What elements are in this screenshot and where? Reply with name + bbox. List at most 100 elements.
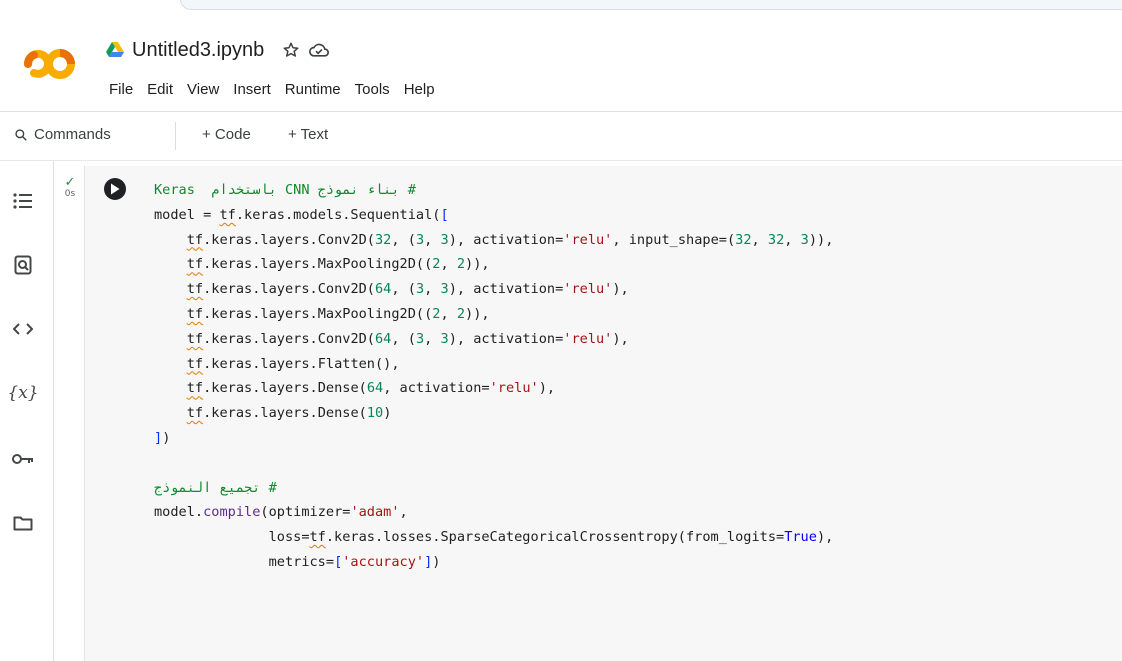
code-token: ) [432, 553, 441, 570]
colab-logo[interactable] [14, 40, 84, 88]
code-line: tf.keras.layers.MaxPooling2D((2, 2)), [154, 302, 833, 327]
code-token: , [440, 256, 457, 273]
table-of-contents-icon[interactable] [9, 187, 37, 215]
code-token: .keras.layers.Dense( [203, 380, 367, 397]
code-token: 32 [735, 231, 752, 248]
code-token: .keras.layers.Dense( [203, 405, 367, 422]
code-token: ] [154, 429, 163, 446]
menu-view[interactable]: View [181, 79, 225, 100]
code-token: 32 [375, 231, 392, 248]
header: Untitled3.ipynb File Edit View Insert Ru… [0, 16, 1122, 110]
left-sidebar: {x} [0, 161, 54, 661]
google-drive-icon[interactable] [104, 39, 126, 61]
menu-runtime[interactable]: Runtime [279, 79, 347, 100]
code-token: )), [465, 256, 490, 273]
code-line: # بناء نموذج CNN باستخدام Keras [154, 178, 833, 203]
code-token: 'relu' [563, 330, 613, 347]
code-token: True [784, 529, 817, 546]
notebook-title[interactable]: Untitled3.ipynb [132, 39, 264, 62]
menu-help[interactable]: Help [398, 79, 441, 100]
code-token: , [424, 231, 441, 248]
code-token: 64 [366, 380, 384, 397]
code-token: ) [162, 429, 171, 446]
add-text-button[interactable]: + Text [288, 126, 328, 143]
menu-tools[interactable]: Tools [349, 79, 396, 100]
add-code-label: + Code [202, 126, 251, 143]
toolbar-divider [175, 122, 176, 150]
code-token: 'adam' [350, 504, 400, 521]
menu-file[interactable]: File [103, 79, 139, 100]
code-token: 3 [415, 231, 425, 248]
exec-time: 0s [64, 189, 76, 199]
commands-button[interactable]: Commands [14, 126, 111, 143]
code-token: ), [612, 330, 629, 347]
code-token: , input_shape=( [612, 231, 736, 248]
code-token: 2 [456, 305, 466, 322]
files-folder-icon[interactable] [9, 509, 37, 537]
code-token: tf [219, 206, 236, 223]
code-token: tf [186, 355, 204, 372]
variables-icon[interactable]: {x} [7, 379, 38, 407]
menu-edit[interactable]: Edit [141, 79, 179, 100]
code-line: tf.keras.layers.Conv2D(32, (3, 3), activ… [154, 228, 834, 253]
code-token: 3 [440, 281, 449, 298]
code-token: ), [538, 380, 556, 397]
commands-label: Commands [34, 126, 111, 143]
code-token: 3 [800, 231, 809, 248]
secrets-key-icon[interactable] [9, 445, 37, 473]
code-token: 'accuracy' [342, 553, 425, 570]
code-token: .keras.losses.SparseCategoricalCrossentr… [325, 529, 785, 546]
code-token: .keras.models.Sequential( [235, 206, 441, 223]
code-token: ) [383, 405, 392, 422]
code-token: , ( [391, 281, 416, 298]
cell-gutter [54, 161, 82, 661]
code-token: model. [154, 504, 204, 521]
code-token: .keras.layers.Flatten(), [203, 355, 400, 372]
add-code-button[interactable]: + Code [202, 126, 251, 143]
menu-bar: File Edit View Insert Runtime Tools Help [103, 79, 443, 100]
code-token: # بناء نموذج CNN باستخدام Keras [154, 182, 416, 198]
code-line: # تجميع النموذج [154, 476, 833, 501]
code-token: ), activation= [448, 281, 564, 298]
code-line: model.compile(optimizer='adam', [154, 500, 833, 525]
cell-exec-status: ✓ 0s [60, 175, 80, 199]
code-line: tf.keras.layers.MaxPooling2D((2, 2)), [154, 252, 833, 277]
toolbar: Commands + Code + Text [0, 111, 1122, 161]
code-token: # تجميع النموذج [154, 479, 277, 496]
code-line: metrics=['accuracy']) [154, 550, 833, 575]
code-token: tf [186, 281, 204, 298]
code-token: .keras.layers.Conv2D( [203, 231, 375, 248]
code-token: loss= [154, 529, 310, 546]
code-snippets-icon[interactable] [9, 315, 37, 343]
code-token: tf [186, 256, 204, 273]
menu-insert[interactable]: Insert [227, 79, 277, 100]
run-cell-button[interactable] [104, 178, 126, 200]
code-token: 3 [415, 281, 425, 298]
find-replace-icon[interactable] [9, 251, 37, 279]
code-token: (optimizer= [260, 504, 351, 521]
code-token: tf [186, 305, 204, 322]
code-editor[interactable]: # بناء نموذج CNN باستخدام Keras model = t… [154, 178, 833, 575]
code-token: model = [154, 206, 220, 223]
cloud-saved-icon[interactable] [308, 39, 330, 61]
code-token: ), activation= [448, 330, 564, 347]
browser-top-strip [0, 0, 1122, 16]
star-icon[interactable] [280, 39, 302, 61]
code-token: ), activation= [448, 231, 564, 248]
code-token: tf [309, 529, 326, 546]
code-line: model = tf.keras.models.Sequential([ [154, 203, 833, 228]
code-token: tf [186, 231, 204, 248]
code-token: metrics= [154, 553, 335, 570]
code-token: 64 [375, 281, 392, 298]
code-token: , ( [391, 330, 416, 347]
code-token: 32 [767, 231, 785, 248]
code-token: tf [186, 330, 204, 347]
code-token: , [424, 330, 441, 347]
code-token: )), [808, 231, 834, 248]
